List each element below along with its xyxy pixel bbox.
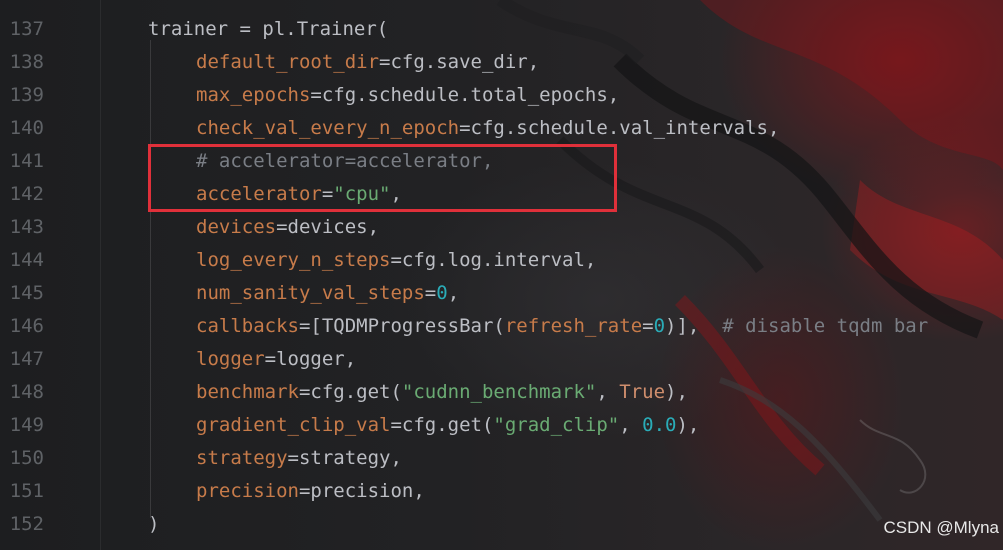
code-text[interactable]: check_val_every_n_epoch=cfg.schedule.val… [196, 112, 779, 145]
code-token: max_epochs [196, 84, 311, 106]
line-number: 138 [9, 51, 44, 73]
code-token: =logger, [264, 348, 357, 370]
code-text[interactable]: devices=devices, [196, 211, 379, 244]
code-token: check_val_every_n_epoch [196, 117, 460, 139]
code-line[interactable]: 138 default_root_dir=cfg.save_dir, [0, 46, 1003, 79]
code-token: , [619, 414, 643, 436]
code-line[interactable]: 139 max_epochs=cfg.schedule.total_epochs, [0, 79, 1003, 112]
line-number: 150 [9, 447, 44, 469]
code-token: True [619, 381, 666, 403]
code-token: refresh_rate [504, 315, 643, 337]
highlight-box [148, 144, 617, 212]
code-token: callbacks [196, 315, 299, 337]
code-token: devices [196, 216, 277, 238]
code-line[interactable]: 140 check_val_every_n_epoch=cfg.schedule.… [0, 112, 1003, 145]
line-number: 146 [9, 315, 44, 337]
line-number: 137 [9, 18, 44, 40]
code-token: 0.0 [642, 414, 677, 436]
code-text[interactable]: precision=precision, [196, 475, 425, 508]
code-line[interactable]: 150 strategy=strategy, [0, 442, 1003, 475]
code-token: trainer = pl.Trainer( [148, 18, 389, 40]
code-token: =devices, [276, 216, 380, 238]
code-token: , [596, 381, 620, 403]
code-token: log_every_n_steps [196, 249, 391, 271]
code-text[interactable]: callbacks=[TQDMProgressBar(refresh_rate=… [196, 310, 928, 343]
code-token: =cfg.log.interval, [390, 249, 597, 271]
code-line[interactable]: 137 trainer = pl.Trainer( [0, 13, 1003, 46]
line-number: 149 [9, 414, 44, 436]
code-token: num_sanity_val_steps [196, 282, 425, 304]
line-number: 142 [9, 183, 44, 205]
code-line[interactable]: 148 benchmark=cfg.get("cudnn_benchmark", … [0, 376, 1003, 409]
code-token: ) [148, 513, 160, 535]
code-text[interactable]: gradient_clip_val=cfg.get("grad_clip", 0… [196, 409, 699, 442]
code-editor[interactable]: 137 trainer = pl.Trainer( 138 default_root_… [0, 0, 1003, 550]
code-token: )], [665, 315, 723, 337]
code-token: =[TQDMProgressBar( [298, 315, 505, 337]
line-number: 152 [9, 513, 44, 535]
line-number: 140 [9, 117, 44, 139]
code-line[interactable]: 149 gradient_clip_val=cfg.get("grad_clip"… [0, 409, 1003, 442]
line-number: 144 [9, 249, 44, 271]
code-token: =strategy, [287, 447, 402, 469]
code-token: = [642, 315, 654, 337]
code-token: # disable tqdm bar [722, 315, 929, 337]
code-token: benchmark [196, 381, 299, 403]
line-number: 143 [9, 216, 44, 238]
code-line[interactable]: 146 callbacks=[TQDMProgressBar(refresh_ra… [0, 310, 1003, 343]
code-token: logger [196, 348, 265, 370]
code-text[interactable]: benchmark=cfg.get("cudnn_benchmark", Tru… [196, 376, 688, 409]
code-token: =cfg.schedule.total_epochs, [310, 84, 620, 106]
code-text[interactable]: trainer = pl.Trainer( [148, 13, 388, 46]
code-line[interactable]: 147 logger=logger, [0, 343, 1003, 376]
line-number: 147 [9, 348, 44, 370]
line-number: 139 [9, 84, 44, 106]
code-line[interactable]: 143 devices=devices, [0, 211, 1003, 244]
code-line[interactable]: 144 log_every_n_steps=cfg.log.interval, [0, 244, 1003, 277]
code-token: =cfg.schedule.val_intervals, [459, 117, 780, 139]
watermark: CSDN @Mlyna [883, 518, 1000, 537]
line-number: 148 [9, 381, 44, 403]
code-token: ), [676, 414, 700, 436]
code-token: "grad_clip" [493, 414, 620, 436]
code-token: gradient_clip_val [196, 414, 391, 436]
code-text[interactable]: default_root_dir=cfg.save_dir, [196, 46, 539, 79]
code-text[interactable]: ) [148, 508, 159, 541]
code-token: = [424, 282, 437, 304]
line-number: 145 [9, 282, 44, 304]
code-token: "cudnn_benchmark" [401, 381, 597, 403]
code-line[interactable]: 145 num_sanity_val_steps=0, [0, 277, 1003, 310]
code-line[interactable]: 151 precision=precision, [0, 475, 1003, 508]
code-text[interactable]: log_every_n_steps=cfg.log.interval, [196, 244, 596, 277]
code-token: 0 [436, 282, 448, 304]
code-text[interactable]: strategy=strategy, [196, 442, 402, 475]
code-token: 0 [653, 315, 666, 337]
line-number: 151 [9, 480, 44, 502]
code-token: precision [196, 480, 299, 502]
code-line[interactable]: 152) [0, 508, 1003, 541]
code-token: =cfg.get( [298, 381, 402, 403]
code-token: ), [665, 381, 688, 403]
code-text[interactable]: max_epochs=cfg.schedule.total_epochs, [196, 79, 619, 112]
code-text[interactable]: logger=logger, [196, 343, 356, 376]
code-token: strategy [196, 447, 288, 469]
code-token: =precision, [298, 480, 425, 502]
code-token: =cfg.get( [390, 414, 494, 436]
code-token: default_root_dir [196, 51, 380, 73]
code-text[interactable]: num_sanity_val_steps=0, [196, 277, 459, 310]
line-number: 141 [9, 150, 44, 172]
code-token: , [447, 282, 460, 304]
code-token: =cfg.save_dir, [379, 51, 540, 73]
